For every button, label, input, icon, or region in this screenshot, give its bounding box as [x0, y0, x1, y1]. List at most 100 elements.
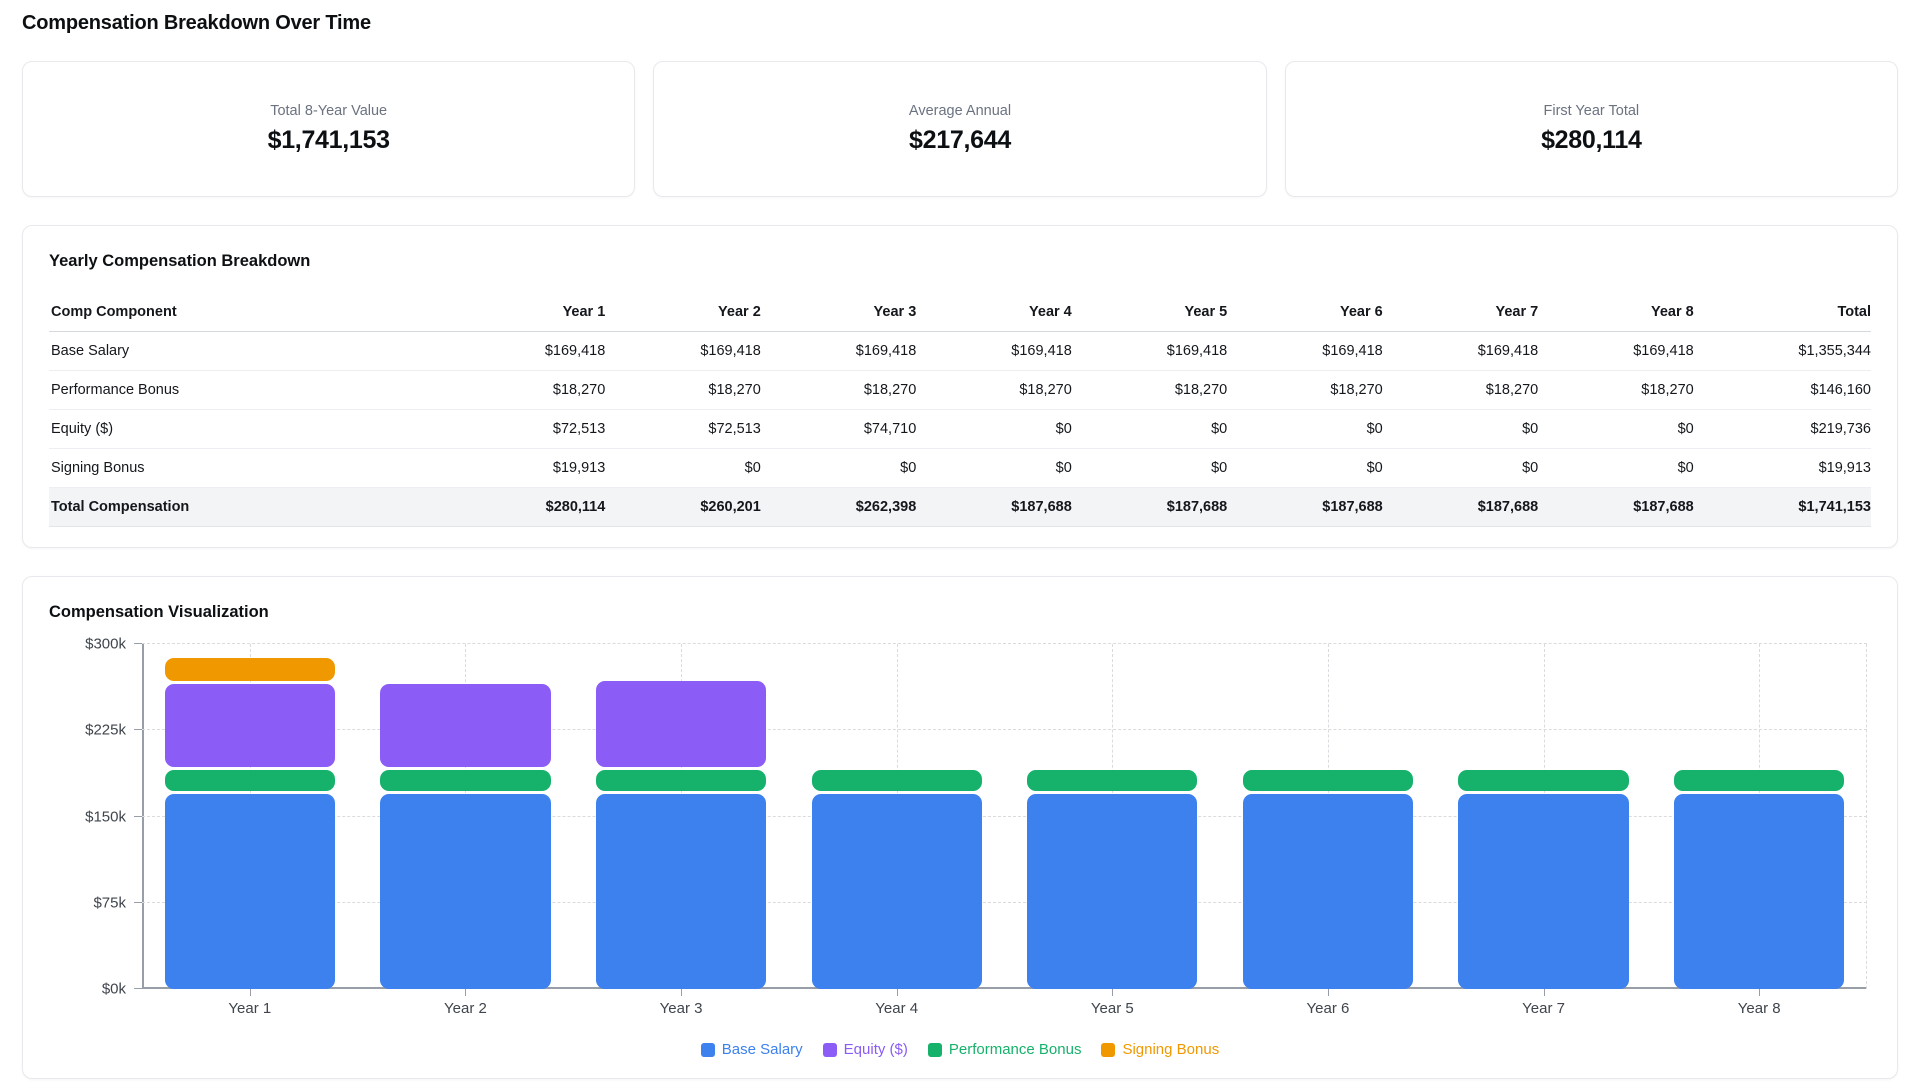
bar-segment-base-salary[interactable]	[1458, 794, 1628, 989]
bar-segment-base-salary[interactable]	[165, 794, 335, 989]
x-tick-mark	[1112, 989, 1113, 996]
bar-segment-base-salary[interactable]	[1243, 794, 1413, 989]
chart-x-axis: Year 1Year 2Year 3Year 4Year 5Year 6Year…	[142, 989, 1867, 1017]
chart-plot: $0k$75k$150k$225k$300k	[142, 644, 1867, 989]
total-row-label-cell: Total Compensation	[49, 488, 450, 527]
table-title: Yearly Compensation Breakdown	[49, 252, 1871, 271]
row-label-cell: Performance Bonus	[49, 371, 450, 410]
bar-slot-year-4	[789, 644, 1005, 989]
bar-segment-base-salary[interactable]	[596, 794, 766, 989]
table-header-row: Comp ComponentYear 1Year 2Year 3Year 4Ye…	[49, 293, 1871, 332]
value-cell: $74,710	[761, 410, 916, 449]
card-label: Average Annual	[909, 103, 1011, 119]
legend-label: Signing Bonus	[1122, 1041, 1219, 1058]
x-axis-label-text: Year 6	[1307, 1000, 1350, 1017]
legend-swatch-icon	[701, 1043, 715, 1057]
legend-item-equity[interactable]: Equity ($)	[823, 1041, 908, 1058]
value-cell: $19,913	[1694, 449, 1871, 488]
table-row-base-salary: Base Salary$169,418$169,418$169,418$169,…	[49, 332, 1871, 371]
row-label-cell: Signing Bonus	[49, 449, 450, 488]
bar-slot-year-7	[1436, 644, 1652, 989]
summary-card-average-annual: Average Annual $217,644	[653, 61, 1266, 197]
value-cell: $169,418	[761, 332, 916, 371]
summary-cards-row: Total 8-Year Value $1,741,153 Average An…	[22, 61, 1898, 197]
legend-item-signing-bonus[interactable]: Signing Bonus	[1101, 1041, 1219, 1058]
value-cell: $1,355,344	[1694, 332, 1871, 371]
bar-slot-year-3	[573, 644, 789, 989]
y-tick-mark	[134, 816, 142, 817]
bar-segment-performance-bonus[interactable]	[812, 770, 982, 791]
value-cell: $18,270	[761, 371, 916, 410]
bar-segment-performance-bonus[interactable]	[1243, 770, 1413, 791]
value-cell: $18,270	[605, 371, 760, 410]
value-cell: $72,513	[450, 410, 605, 449]
bar-segment-signing-bonus[interactable]	[165, 658, 335, 681]
value-cell: $169,418	[605, 332, 760, 371]
bar-segment-performance-bonus[interactable]	[1027, 770, 1197, 791]
x-axis-label-text: Year 4	[875, 1000, 918, 1017]
bar-segment-base-salary[interactable]	[1027, 794, 1197, 989]
value-cell: $0	[1538, 449, 1693, 488]
total-value-cell: $260,201	[605, 488, 760, 527]
y-tick-mark	[134, 729, 142, 730]
bar-segment-base-salary[interactable]	[812, 794, 982, 989]
bar-segment-performance-bonus[interactable]	[165, 770, 335, 791]
bar-slot-year-5	[1005, 644, 1221, 989]
bar-segment-base-salary[interactable]	[380, 794, 550, 989]
y-tick-mark	[134, 902, 142, 903]
value-cell: $18,270	[1072, 371, 1227, 410]
table-header-cell: Year 4	[916, 293, 1071, 332]
row-label-cell: Base Salary	[49, 332, 450, 371]
bar-segment-equity[interactable]	[596, 681, 766, 767]
bar-segment-equity[interactable]	[380, 684, 550, 767]
legend-item-base-salary[interactable]: Base Salary	[701, 1041, 803, 1058]
total-value-cell: $187,688	[1383, 488, 1538, 527]
bar-slot-year-2	[358, 644, 574, 989]
x-axis-label-year-6: Year 6	[1220, 989, 1436, 1017]
table-head: Comp ComponentYear 1Year 2Year 3Year 4Ye…	[49, 293, 1871, 332]
table-header-cell: Comp Component	[49, 293, 450, 332]
legend-item-performance-bonus[interactable]: Performance Bonus	[928, 1041, 1082, 1058]
total-value-cell: $187,688	[1072, 488, 1227, 527]
x-axis-label-year-1: Year 1	[142, 989, 358, 1017]
legend-label: Base Salary	[722, 1041, 803, 1058]
summary-card-total-value: Total 8-Year Value $1,741,153	[22, 61, 635, 197]
value-cell: $0	[1538, 410, 1693, 449]
bar-segment-performance-bonus[interactable]	[1674, 770, 1844, 791]
value-cell: $0	[1383, 410, 1538, 449]
value-cell: $219,736	[1694, 410, 1871, 449]
bar-segment-base-salary[interactable]	[1674, 794, 1844, 989]
card-label: Total 8-Year Value	[270, 103, 387, 119]
x-tick-mark	[250, 989, 251, 996]
table-body: Base Salary$169,418$169,418$169,418$169,…	[49, 332, 1871, 527]
value-cell: $169,418	[1383, 332, 1538, 371]
bar-segment-equity[interactable]	[165, 684, 335, 767]
bar-segment-performance-bonus[interactable]	[380, 770, 550, 791]
value-cell: $72,513	[605, 410, 760, 449]
table-header-cell: Year 3	[761, 293, 916, 332]
value-cell: $18,270	[1227, 371, 1382, 410]
stacked-bar-year-6	[1243, 770, 1413, 989]
bar-slot-year-1	[142, 644, 358, 989]
bar-slot-year-6	[1220, 644, 1436, 989]
table-row-signing-bonus: Signing Bonus$19,913$0$0$0$0$0$0$0$19,91…	[49, 449, 1871, 488]
bar-segment-performance-bonus[interactable]	[596, 770, 766, 791]
card-value: $217,644	[909, 126, 1011, 155]
table-header-cell: Year 8	[1538, 293, 1693, 332]
legend-label: Equity ($)	[844, 1041, 908, 1058]
card-value: $1,741,153	[268, 126, 390, 155]
value-cell: $19,913	[450, 449, 605, 488]
x-tick-mark	[1759, 989, 1760, 996]
table-header-cell: Year 7	[1383, 293, 1538, 332]
card-value: $280,114	[1541, 126, 1642, 155]
bar-segment-performance-bonus[interactable]	[1458, 770, 1628, 791]
y-tick-mark	[134, 643, 142, 644]
value-cell: $18,270	[450, 371, 605, 410]
card-label: First Year Total	[1543, 103, 1639, 119]
table-row-equity: Equity ($)$72,513$72,513$74,710$0$0$0$0$…	[49, 410, 1871, 449]
summary-card-first-year: First Year Total $280,114	[1285, 61, 1898, 197]
value-cell: $18,270	[916, 371, 1071, 410]
total-value-cell: $1,741,153	[1694, 488, 1871, 527]
x-tick-mark	[465, 989, 466, 996]
y-tick-mark	[134, 988, 142, 989]
